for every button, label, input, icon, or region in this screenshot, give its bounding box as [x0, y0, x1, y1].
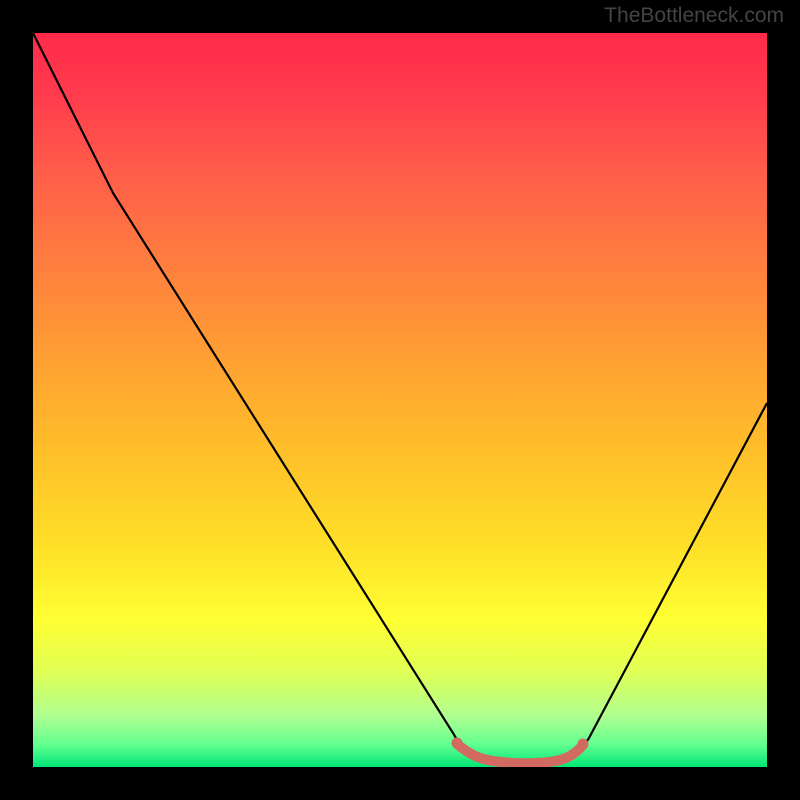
bottleneck-curve-path	[33, 33, 767, 765]
optimal-region-marker-path	[457, 744, 583, 763]
plot-area	[33, 33, 767, 767]
bottleneck-curve-svg	[33, 33, 767, 767]
chart-container: TheBottleneck.com	[0, 0, 800, 800]
marker-dot-left	[452, 738, 463, 749]
marker-dot-right	[578, 739, 589, 750]
watermark-text: TheBottleneck.com	[604, 4, 784, 28]
